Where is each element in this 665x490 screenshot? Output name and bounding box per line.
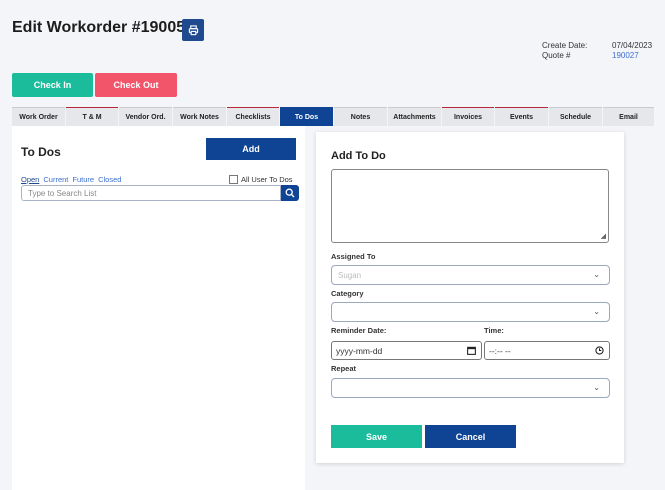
add-todo-button[interactable]: Add [206, 138, 296, 160]
tab-work-order[interactable]: Work Order [12, 107, 65, 126]
cancel-button[interactable]: Cancel [425, 425, 516, 448]
reminder-date-label: Reminder Date: [331, 326, 387, 335]
chevron-down-icon: ⌄ [593, 270, 600, 279]
tab-attachments[interactable]: Attachments [388, 107, 441, 126]
category-label: Category [331, 289, 364, 298]
filter-current[interactable]: Current [43, 175, 68, 184]
tab-work-notes[interactable]: Work Notes [173, 107, 226, 126]
all-users-toggle[interactable]: All User To Dos [229, 175, 293, 184]
category-select[interactable]: ⌄ [331, 302, 610, 322]
filter-closed[interactable]: Closed [98, 175, 121, 184]
add-todo-panel: Add To Do ◢ Assigned To Sugan ⌄ Category… [316, 132, 624, 463]
time-label: Time: [484, 326, 504, 335]
meta-labels: Create Date: Quote # [542, 41, 587, 61]
tab-to-dos[interactable]: To Dos [280, 107, 333, 126]
resize-grip-icon[interactable]: ◢ [601, 233, 606, 240]
assigned-to-label: Assigned To [331, 252, 376, 261]
tab-vendor-order[interactable]: Vendor Ord. [119, 107, 172, 126]
tab-t-and-m[interactable]: T & M [66, 107, 118, 126]
printer-icon [188, 24, 198, 35]
search-input[interactable]: Type to Search List [21, 185, 281, 201]
page-title: Edit Workorder #190058 [12, 19, 195, 36]
check-out-button[interactable]: Check Out [95, 73, 177, 97]
tab-invoices[interactable]: Invoices [442, 107, 494, 126]
quote-label: Quote # [542, 51, 571, 60]
search-icon [285, 188, 295, 198]
repeat-select[interactable]: ⌄ [331, 378, 610, 398]
assigned-to-value: Sugan [338, 270, 362, 280]
todos-title: To Dos [21, 145, 61, 159]
print-button[interactable] [182, 19, 204, 41]
reminder-date-placeholder: yyyy-mm-dd [336, 345, 383, 356]
quote-link[interactable]: 190027 [612, 51, 652, 61]
tab-email[interactable]: Email [603, 107, 654, 126]
create-date-label: Create Date: [542, 41, 588, 50]
chevron-down-icon: ⌄ [593, 383, 600, 392]
reminder-date-input[interactable]: yyyy-mm-dd [331, 341, 482, 360]
tab-events[interactable]: Events [495, 107, 548, 126]
calendar-icon[interactable] [467, 346, 476, 355]
tab-bar: Work Order T & M Vendor Ord. Work Notes … [12, 107, 654, 126]
chevron-down-icon: ⌄ [593, 307, 600, 316]
filter-future[interactable]: Future [72, 175, 94, 184]
all-users-label: All User To Dos [241, 175, 293, 184]
tab-notes[interactable]: Notes [334, 107, 387, 126]
todo-description-textarea[interactable]: ◢ [331, 169, 609, 243]
meta-values: 07/04/2023 190027 [612, 41, 652, 61]
assigned-to-select[interactable]: Sugan ⌄ [331, 265, 610, 285]
clock-icon[interactable] [595, 346, 604, 355]
search-button[interactable] [281, 185, 299, 201]
filter-open[interactable]: Open [21, 175, 39, 184]
check-in-button[interactable]: Check In [12, 73, 93, 97]
add-todo-title: Add To Do [331, 150, 386, 162]
all-users-checkbox[interactable] [229, 175, 238, 184]
tab-checklists[interactable]: Checklists [227, 107, 279, 126]
save-button[interactable]: Save [331, 425, 422, 448]
repeat-label: Repeat [331, 364, 357, 373]
todo-filters: Open Current Future Closed [21, 175, 121, 184]
time-input[interactable]: --:-- -- [484, 341, 610, 360]
time-placeholder: --:-- -- [489, 345, 511, 356]
todos-panel: To Dos Add Open Current Future Closed Al… [12, 126, 305, 490]
create-date-value: 07/04/2023 [612, 41, 653, 50]
tab-schedule[interactable]: Schedule [549, 107, 602, 126]
